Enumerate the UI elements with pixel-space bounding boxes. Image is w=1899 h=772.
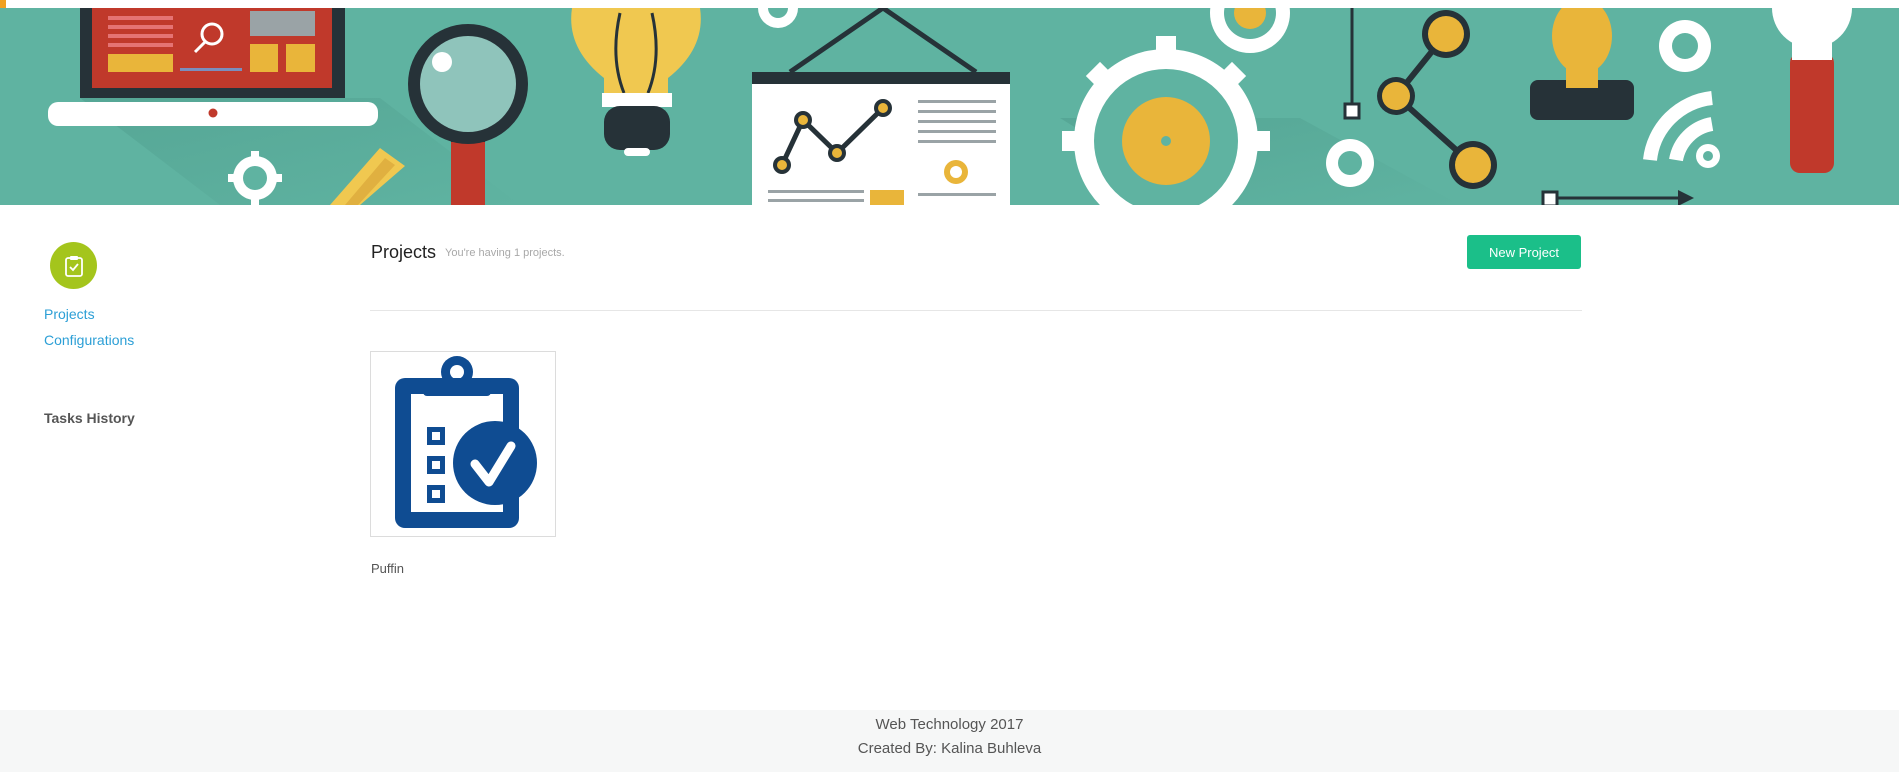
project-card[interactable]: Puffin	[370, 351, 556, 576]
sidebar-link-configurations[interactable]: Configurations	[44, 332, 134, 348]
project-thumbnail[interactable]	[370, 351, 556, 537]
footer-line-2: Created By: Kalina Buhleva	[857, 740, 1042, 757]
header-divider	[370, 310, 1582, 311]
gear-icon-right	[1659, 20, 1711, 72]
clipboard-checklist-icon	[395, 356, 537, 528]
clipboard-check-icon	[50, 242, 97, 289]
sidebar-link-projects[interactable]: Projects	[44, 306, 95, 322]
sidebar-heading-tasks-history: Tasks History	[44, 410, 135, 426]
footer-line-1: Web Technology 2017	[875, 716, 1024, 733]
header-banner	[0, 8, 1899, 205]
page-subtitle: You're having 1 projects.	[445, 247, 565, 259]
top-strip	[0, 0, 1899, 8]
sidebar: Projects Configurations Tasks History	[0, 205, 340, 710]
page-title: Projects	[371, 242, 437, 262]
gear-icon-small-mid	[1326, 139, 1374, 187]
top-strip-mark	[0, 0, 6, 8]
new-project-button[interactable]: New Project	[1467, 235, 1581, 269]
footer: Web Technology 2017 Created By: Kalina B…	[0, 710, 1899, 772]
project-name[interactable]: Puffin	[371, 561, 404, 576]
banner-illustration	[0, 8, 1899, 205]
